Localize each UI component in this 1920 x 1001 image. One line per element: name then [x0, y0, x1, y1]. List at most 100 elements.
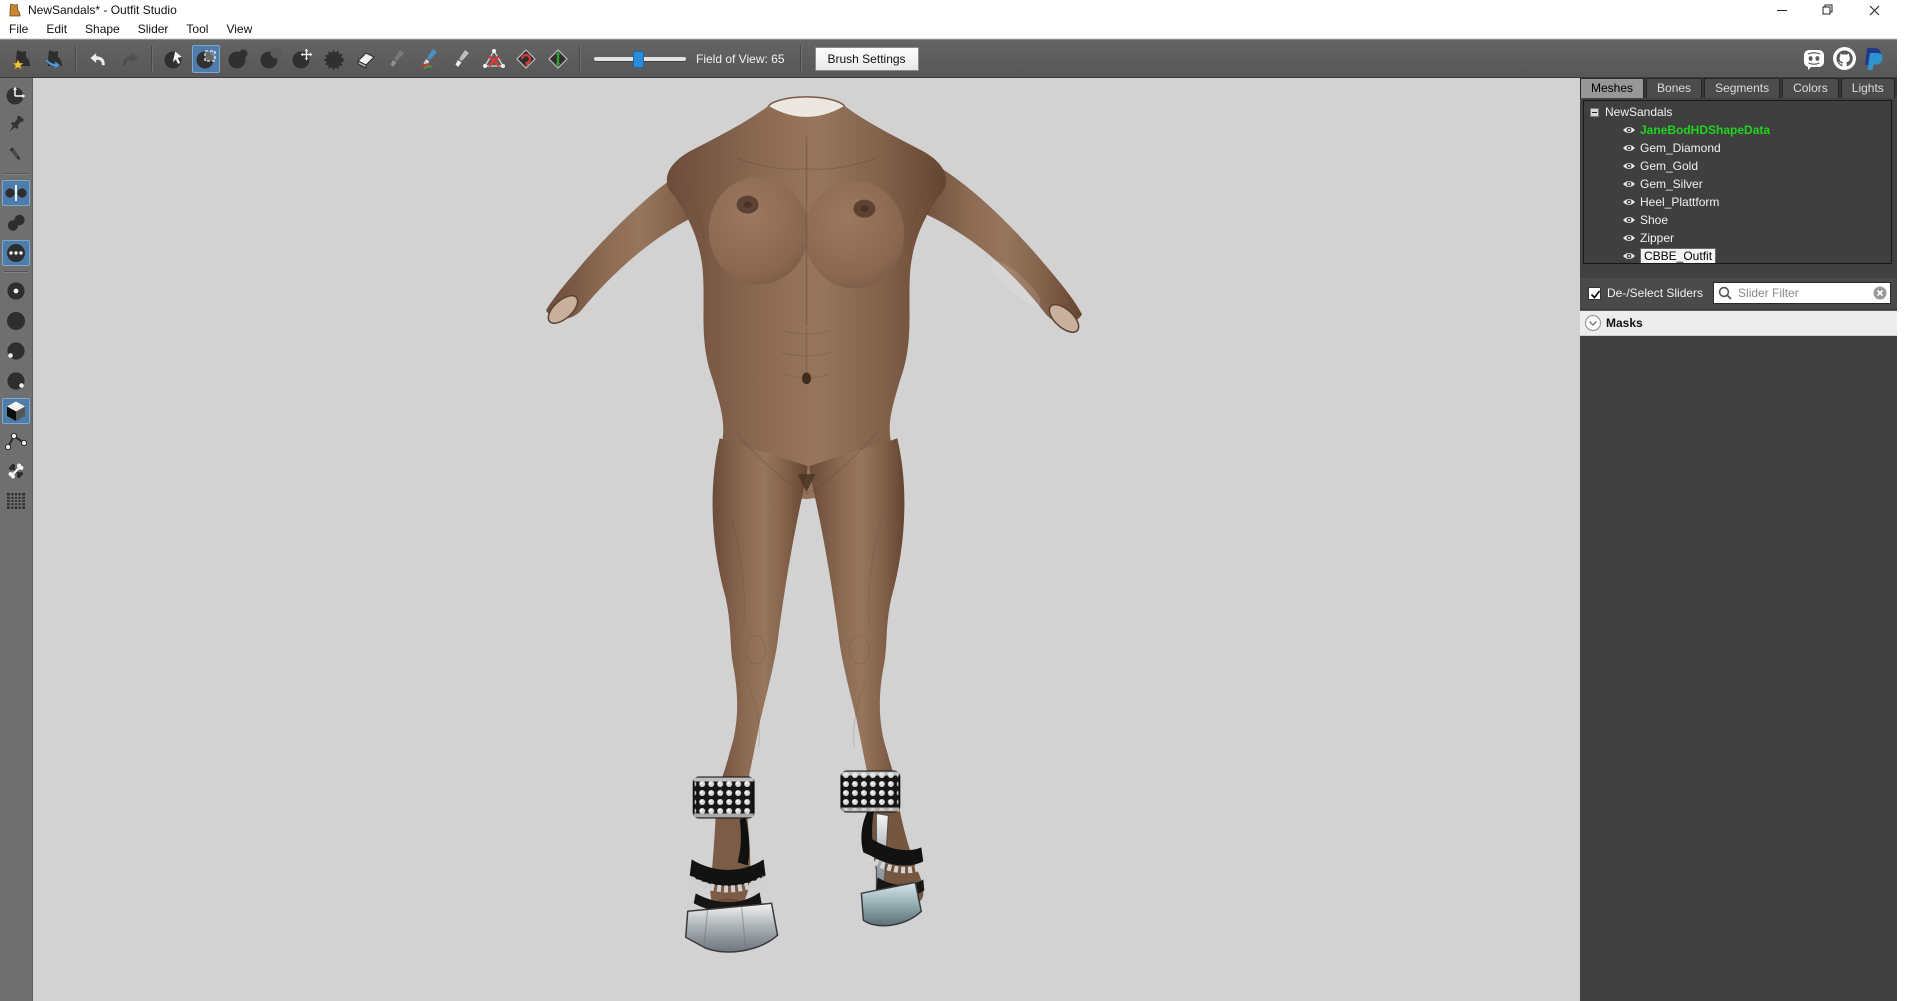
solid-circle-brush-icon[interactable]	[2, 308, 30, 334]
shape-label-active: JaneBodHDShapeData	[1640, 123, 1770, 137]
menu-view[interactable]: View	[217, 20, 261, 38]
sidebar-separator	[4, 173, 28, 175]
masks-section-header[interactable]: Masks	[1580, 310, 1897, 336]
discord-icon[interactable]	[1801, 46, 1827, 72]
tree-item[interactable]: CBBE_Outfit	[1584, 247, 1891, 264]
inflate-brush-icon[interactable]	[224, 45, 252, 73]
panel-tab-bar: Meshes Bones Segments Colors Lights	[1580, 78, 1897, 98]
three-dots-brush-icon[interactable]	[2, 240, 30, 266]
shape-label: Heel_Plattform	[1640, 195, 1719, 209]
eye-visible-icon[interactable]	[1622, 251, 1636, 261]
smooth-brush-icon[interactable]	[320, 45, 348, 73]
eye-visible-icon[interactable]	[1622, 125, 1636, 135]
fov-slider-thumb[interactable]	[633, 51, 644, 68]
masks-label: Masks	[1606, 316, 1643, 330]
tree-item[interactable]: Zipper	[1584, 229, 1891, 247]
weight-brush-icon[interactable]	[384, 45, 412, 73]
mask-brush-icon[interactable]	[192, 45, 220, 73]
deselect-sliders-label: De-/Select Sliders	[1607, 286, 1703, 300]
collapse-icon[interactable]	[1590, 108, 1599, 117]
title-bar: NewSandals* - Outfit Studio	[0, 0, 1897, 20]
fov-slider[interactable]	[594, 50, 686, 68]
clear-filter-icon[interactable]	[1873, 286, 1887, 300]
pin-icon[interactable]	[2, 112, 30, 138]
eye-visible-icon[interactable]	[1622, 161, 1636, 171]
view-toolbar	[0, 78, 33, 1001]
search-icon	[1718, 286, 1732, 300]
alpha-brush-icon[interactable]	[448, 45, 476, 73]
split-edge-icon[interactable]	[544, 45, 572, 73]
shape-label-editing[interactable]: CBBE_Outfit	[1640, 248, 1716, 264]
dot-left-brush-icon[interactable]	[2, 338, 30, 364]
color-brush-icon[interactable]	[416, 45, 444, 73]
toolbar-separator	[75, 46, 77, 72]
left-sandal	[686, 778, 778, 952]
shape-label: Zipper	[1640, 231, 1674, 245]
erase-brush-icon[interactable]	[352, 45, 380, 73]
chevron-down-icon[interactable]	[1584, 314, 1602, 332]
menu-edit[interactable]: Edit	[37, 20, 76, 38]
tab-lights[interactable]: Lights	[1841, 78, 1895, 98]
flip-edge-icon[interactable]	[512, 45, 540, 73]
tab-segments[interactable]: Segments	[1704, 78, 1780, 98]
tree-item[interactable]: Shoe	[1584, 211, 1891, 229]
select-brush-icon[interactable]	[160, 45, 188, 73]
outfit-studio-window: NewSandals* - Outfit Studio File Edit Sh…	[0, 0, 1920, 1001]
dot-center-brush-icon[interactable]	[2, 278, 30, 304]
deflate-brush-icon[interactable]	[256, 45, 284, 73]
dot-right-brush-icon[interactable]	[2, 368, 30, 394]
tab-colors[interactable]: Colors	[1782, 78, 1839, 98]
eye-visible-icon[interactable]	[1622, 143, 1636, 153]
bone-tool-icon[interactable]	[2, 458, 30, 484]
tree-item[interactable]: Gem_Diamond	[1584, 139, 1891, 157]
tree-item[interactable]: Heel_Plattform	[1584, 193, 1891, 211]
paypal-icon[interactable]	[1861, 46, 1887, 72]
load-project-icon[interactable]	[40, 45, 68, 73]
mirror-x-icon[interactable]	[2, 180, 30, 206]
app-boot-icon	[8, 3, 21, 17]
brush-settings-button[interactable]: Brush Settings	[815, 47, 919, 71]
tree-item[interactable]: JaneBodHDShapeData	[1584, 121, 1891, 139]
github-icon[interactable]	[1831, 46, 1857, 72]
new-project-icon[interactable]	[8, 45, 36, 73]
shape-label: Gem_Silver	[1640, 177, 1703, 191]
deselect-sliders-checkbox[interactable]	[1588, 287, 1601, 300]
collapse-vertex-icon[interactable]	[480, 45, 508, 73]
tab-meshes[interactable]: Meshes	[1580, 78, 1644, 98]
pencil-icon[interactable]	[2, 142, 30, 168]
tab-bones[interactable]: Bones	[1646, 78, 1702, 98]
vertex-edit-icon[interactable]	[2, 428, 30, 454]
window-controls	[1759, 0, 1897, 20]
shape-label: Shoe	[1640, 213, 1668, 227]
window-title: NewSandals* - Outfit Studio	[28, 3, 177, 17]
shape-label: Gem_Gold	[1640, 159, 1698, 173]
tree-root-row[interactable]: NewSandals	[1584, 103, 1891, 121]
menu-slider[interactable]: Slider	[129, 20, 178, 38]
slider-filter-input[interactable]	[1713, 282, 1891, 304]
panel-empty-area	[1580, 337, 1897, 1001]
restore-button[interactable]	[1805, 0, 1851, 20]
menu-file[interactable]: File	[0, 20, 37, 38]
minimize-button[interactable]	[1759, 0, 1805, 20]
rotate-view-icon[interactable]	[2, 82, 30, 108]
redo-icon[interactable]	[116, 45, 144, 73]
close-button[interactable]	[1851, 0, 1897, 20]
external-links	[1801, 46, 1887, 72]
eye-visible-icon[interactable]	[1622, 233, 1636, 243]
grid-icon[interactable]	[2, 488, 30, 514]
tree-item[interactable]: Gem_Silver	[1584, 175, 1891, 193]
eye-visible-icon[interactable]	[1622, 215, 1636, 225]
menu-tool[interactable]: Tool	[177, 20, 217, 38]
menu-shape[interactable]: Shape	[76, 20, 129, 38]
perspective-cube-icon[interactable]	[2, 398, 30, 424]
eye-visible-icon[interactable]	[1622, 179, 1636, 189]
eye-visible-icon[interactable]	[1622, 197, 1636, 207]
model-figure	[33, 78, 1580, 1001]
connected-vertices-icon[interactable]	[2, 210, 30, 236]
viewport-3d[interactable]	[33, 78, 1580, 1001]
tree-item[interactable]: Gem_Gold	[1584, 157, 1891, 175]
right-panel: Meshes Bones Segments Colors Lights NewS…	[1580, 78, 1897, 1001]
undo-icon[interactable]	[84, 45, 112, 73]
main-toolbar: Field of View: 65 Brush Settings	[0, 39, 1897, 78]
move-brush-icon[interactable]	[288, 45, 316, 73]
